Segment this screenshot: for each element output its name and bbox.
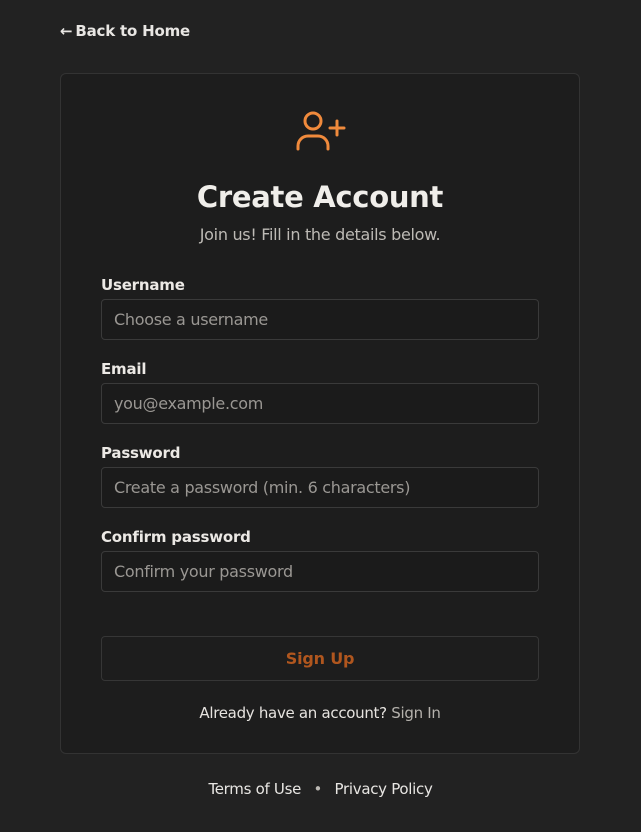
page-title: Create Account xyxy=(196,180,444,214)
signup-card: Create Account Join us! Fill in the deta… xyxy=(60,73,580,754)
password-input[interactable] xyxy=(101,467,539,508)
password-label: Password xyxy=(101,444,181,462)
back-to-home-label: Back to Home xyxy=(75,22,190,40)
signin-prompt-text: Already have an account? xyxy=(199,704,387,722)
page-subtitle: Join us! Fill in the details below. xyxy=(199,225,441,244)
back-to-home-link[interactable]: ← Back to Home xyxy=(60,22,190,40)
sign-up-button[interactable]: Sign Up xyxy=(101,636,539,681)
arrow-left-icon: ← xyxy=(60,22,73,40)
footer: Terms of Use • Privacy Policy xyxy=(0,780,641,798)
username-input[interactable] xyxy=(101,299,539,340)
signin-prompt-row: Already have an account? Sign In xyxy=(61,704,579,722)
email-label: Email xyxy=(101,360,147,378)
email-input[interactable] xyxy=(101,383,539,424)
terms-of-use-link[interactable]: Terms of Use xyxy=(208,780,301,798)
confirm-password-label: Confirm password xyxy=(101,528,251,546)
footer-separator: • xyxy=(313,780,323,798)
sign-in-link[interactable]: Sign In xyxy=(391,704,441,722)
user-plus-icon xyxy=(296,111,346,151)
privacy-policy-link[interactable]: Privacy Policy xyxy=(335,780,433,798)
confirm-password-input[interactable] xyxy=(101,551,539,592)
username-label: Username xyxy=(101,276,185,294)
